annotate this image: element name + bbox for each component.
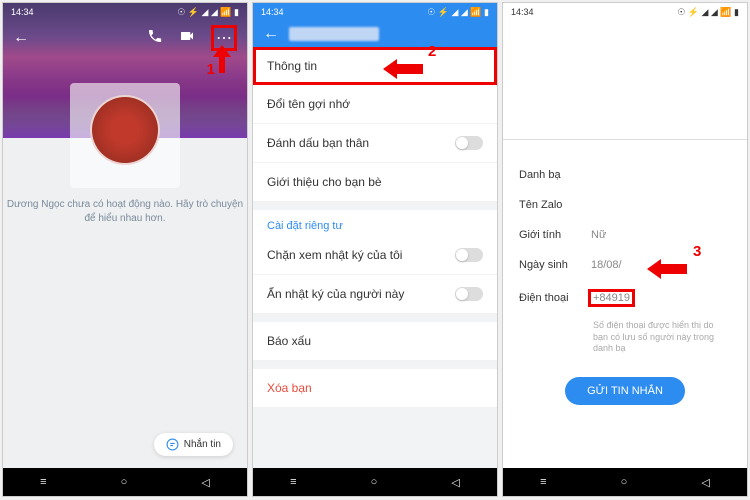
- toggle-icon[interactable]: [455, 248, 483, 262]
- menu-label: Chặn xem nhật ký của tôi: [267, 248, 402, 262]
- toggle-icon[interactable]: [455, 136, 483, 150]
- call-icon[interactable]: [147, 28, 163, 49]
- profile-card: [70, 83, 180, 188]
- menu-label: Đánh dấu bạn thân: [267, 136, 369, 150]
- info-label: Điện thoại: [519, 292, 591, 304]
- menu-label: Xóa bạn: [267, 381, 312, 395]
- nav-home-icon[interactable]: ○: [621, 476, 628, 488]
- info-row-contact: Danh bạ: [503, 160, 747, 190]
- status-icons: ☉ ⚡ ◢ ◢ 📶 ▮: [427, 7, 489, 18]
- info-value-phone: +84919: [588, 289, 635, 307]
- info-label: Tên Zalo: [519, 199, 591, 211]
- status-bar: 14:34 ☉ ⚡ ◢ ◢ 📶 ▮: [503, 3, 747, 21]
- nav-menu-icon[interactable]: ≡: [540, 476, 546, 488]
- nav-menu-icon[interactable]: ≡: [290, 476, 296, 488]
- info-row-birthday: Ngày sinh 18/08/: [503, 250, 747, 280]
- android-nav: ≡ ○ ◁: [3, 468, 247, 496]
- message-button[interactable]: Nhắn tin: [154, 433, 233, 456]
- status-bar: 14:34 ☉ ⚡ ◢ ◢ 📶 ▮: [3, 3, 247, 21]
- toggle-icon[interactable]: [455, 287, 483, 301]
- status-icons: ☉ ⚡ ◢ ◢ 📶 ▮: [177, 7, 239, 18]
- annotation-step-3: 3: [693, 243, 701, 260]
- empty-state-text: Dương Ngọc chưa có hoạt động nào. Hãy tr…: [3, 198, 247, 226]
- phone-screen-1: 14:34 ☉ ⚡ ◢ ◢ 📶 ▮ ← ⋯ 1: [2, 2, 248, 497]
- phone-screen-3: 14:34 ☉ ⚡ ◢ ◢ 📶 ▮ Danh bạ Tên Zalo Giới …: [502, 2, 748, 497]
- menu-label: Thông tin: [267, 59, 317, 73]
- info-row-phone: Điện thoại +84919: [503, 280, 747, 316]
- status-time: 14:34: [11, 7, 34, 17]
- nav-back-icon[interactable]: ◁: [201, 476, 209, 489]
- nav-home-icon[interactable]: ○: [121, 476, 128, 488]
- nav-home-icon[interactable]: ○: [371, 476, 378, 488]
- nav-menu-icon[interactable]: ≡: [40, 476, 46, 488]
- android-nav: ≡ ○ ◁: [503, 468, 747, 496]
- back-icon[interactable]: ←: [13, 29, 29, 47]
- annotation-arrow-3: [647, 257, 687, 286]
- status-time: 14:34: [511, 7, 534, 17]
- contact-name-blurred: [289, 27, 379, 41]
- annotation-arrow-2: [383, 57, 423, 86]
- menu-label: Báo xấu: [267, 334, 311, 348]
- info-row-zalo-name: Tên Zalo: [503, 190, 747, 220]
- menu-item-hide-diary[interactable]: Ẩn nhật ký của người này: [253, 275, 497, 314]
- menu-item-rename[interactable]: Đổi tên gợi nhớ: [253, 85, 497, 124]
- info-label: Giới tính: [519, 229, 591, 241]
- phone-note-text: Số điện thoại được hiển thị do bạn có lư…: [503, 316, 747, 369]
- avatar[interactable]: [90, 95, 160, 165]
- annotation-step-2: 2: [428, 43, 436, 60]
- info-row-gender: Giới tính Nữ: [503, 220, 747, 250]
- send-message-button[interactable]: GỬI TIN NHẮN: [565, 377, 685, 405]
- profile-header: 14:34 ☉ ⚡ ◢ ◢ 📶 ▮ ← ⋯ 1: [3, 3, 247, 138]
- nav-back-icon[interactable]: ◁: [451, 476, 459, 489]
- info-value: 18/08/: [591, 259, 622, 271]
- menu-item-info[interactable]: Thông tin: [253, 47, 497, 85]
- menu-item-mark-close[interactable]: Đánh dấu bạn thân: [253, 124, 497, 163]
- back-icon[interactable]: ←: [263, 25, 279, 43]
- menu-label: Đổi tên gợi nhớ: [267, 97, 350, 111]
- menu-label: Ẩn nhật ký của người này: [267, 287, 404, 301]
- annotation-step-1: 1: [207, 61, 215, 78]
- message-button-label: Nhắn tin: [184, 439, 221, 450]
- phone-screen-2: 14:34 ☉ ⚡ ◢ ◢ 📶 ▮ ← Thông tin Đổi tên gợ…: [252, 2, 498, 497]
- status-icons: ☉ ⚡ ◢ ◢ 📶 ▮: [677, 7, 739, 18]
- info-label: Danh bạ: [519, 169, 591, 181]
- menu-item-block-diary[interactable]: Chặn xem nhật ký của tôi: [253, 236, 497, 275]
- status-time: 14:34: [261, 7, 284, 17]
- status-bar: 14:34 ☉ ⚡ ◢ ◢ 📶 ▮: [253, 3, 497, 21]
- info-label: Ngày sinh: [519, 259, 591, 271]
- android-nav: ≡ ○ ◁: [253, 468, 497, 496]
- video-icon[interactable]: [179, 28, 195, 49]
- menu-item-introduce[interactable]: Giới thiệu cho bạn bè: [253, 163, 497, 202]
- privacy-section-label: Cài đặt riêng tư: [253, 210, 497, 236]
- menu-label: Giới thiệu cho bạn bè: [267, 175, 382, 189]
- info-value: Nữ: [591, 229, 606, 241]
- menu-item-report[interactable]: Báo xấu: [253, 322, 497, 361]
- menu-item-delete-friend[interactable]: Xóa bạn: [253, 369, 497, 408]
- nav-back-icon[interactable]: ◁: [701, 476, 709, 489]
